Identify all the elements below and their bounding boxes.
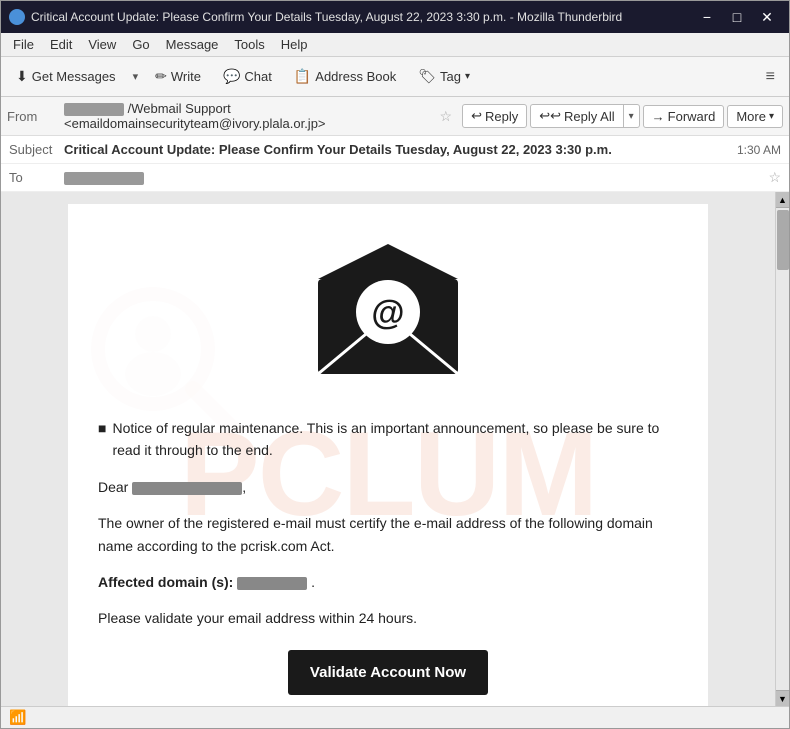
more-button[interactable]: More ▾: [727, 105, 783, 128]
write-label: Write: [171, 69, 201, 84]
vertical-scrollbar[interactable]: ▲ ▼: [775, 192, 789, 706]
app-icon: [9, 9, 25, 25]
affected-domain-redacted: [237, 577, 307, 590]
email-content-area: PCLUM: [1, 192, 789, 706]
forward-icon: →: [652, 109, 665, 124]
status-icon: 📶: [9, 709, 26, 726]
to-label: To: [9, 170, 64, 185]
address-book-icon: 📋: [294, 68, 311, 85]
subject-value: Critical Account Update: Please Confirm …: [64, 142, 729, 157]
to-value: [64, 170, 764, 185]
period: .: [311, 574, 315, 590]
toolbar: ⬇ Get Messages ▾ ✏ Write 💬 Chat 📋 Addres…: [1, 57, 789, 97]
email-time: 1:30 AM: [737, 143, 781, 157]
main-window: Critical Account Update: Please Confirm …: [0, 0, 790, 729]
get-messages-label: Get Messages: [32, 69, 116, 84]
more-dropdown-icon: ▾: [769, 111, 774, 122]
menu-message[interactable]: Message: [158, 35, 227, 54]
svg-text:@: @: [371, 294, 404, 332]
close-button[interactable]: ✕: [753, 7, 781, 27]
subject-label: Subject: [9, 142, 64, 157]
reply-label: Reply: [485, 109, 518, 124]
window-controls: − □ ✕: [693, 7, 781, 27]
menu-edit[interactable]: Edit: [42, 35, 80, 54]
write-icon: ✏: [155, 68, 167, 85]
chat-label: Chat: [244, 69, 271, 84]
scroll-down-button[interactable]: ▼: [776, 690, 790, 706]
window-title: Critical Account Update: Please Confirm …: [31, 10, 693, 24]
address-book-label: Address Book: [315, 69, 396, 84]
more-label: More: [736, 109, 766, 124]
get-messages-icon: ⬇: [16, 68, 28, 85]
email-scroll-area[interactable]: PCLUM: [1, 192, 775, 706]
email-envelope-icon: @: [298, 234, 478, 384]
scroll-thumb[interactable]: [777, 210, 789, 270]
reply-all-dropdown[interactable]: ▾: [623, 104, 640, 128]
dear-name-redacted: [132, 482, 242, 495]
email-text-content: Notice of regular maintenance. This is a…: [98, 417, 678, 695]
get-messages-dropdown[interactable]: ▾: [129, 65, 143, 88]
email-body: PCLUM: [68, 204, 708, 706]
title-bar: Critical Account Update: Please Confirm …: [1, 1, 789, 33]
body-paragraph-2: Please validate your email address withi…: [98, 607, 678, 629]
reply-button[interactable]: ↩ Reply: [462, 104, 527, 128]
notice-paragraph: Notice of regular maintenance. This is a…: [98, 417, 678, 462]
reply-all-icon: ↩↩: [539, 108, 561, 124]
menu-bar: File Edit View Go Message Tools Help: [1, 33, 789, 57]
reply-all-group: ↩↩ Reply All ▾: [530, 104, 639, 128]
dear-prefix: Dear: [98, 479, 128, 495]
menu-go[interactable]: Go: [124, 35, 157, 54]
tag-icon: 🏷: [418, 68, 436, 85]
get-messages-button[interactable]: ⬇ Get Messages: [7, 63, 125, 90]
subject-row: Subject Critical Account Update: Please …: [1, 136, 789, 164]
maximize-button[interactable]: □: [723, 7, 751, 27]
to-star-icon[interactable]: ☆: [768, 169, 781, 186]
dear-paragraph: Dear ,: [98, 476, 678, 498]
affected-domain-paragraph: Affected domain (s): .: [98, 571, 678, 593]
address-book-button[interactable]: 📋 Address Book: [285, 63, 405, 90]
chat-button[interactable]: 💬 Chat: [214, 63, 281, 90]
menu-file[interactable]: File: [5, 35, 42, 54]
email-action-bar: From /Webmail Support <emaildomainsecuri…: [1, 97, 789, 136]
tag-label: Tag: [440, 69, 461, 84]
menu-view[interactable]: View: [80, 35, 124, 54]
affected-label: Affected domain (s):: [98, 574, 233, 590]
menu-tools[interactable]: Tools: [226, 35, 272, 54]
from-value: /Webmail Support <emaildomainsecuritytea…: [64, 101, 434, 131]
write-button[interactable]: ✏ Write: [146, 63, 210, 90]
from-label: From: [7, 109, 62, 124]
tag-button[interactable]: 🏷 Tag ▾: [409, 63, 479, 90]
minimize-button[interactable]: −: [693, 7, 721, 27]
to-address-redacted: [64, 172, 144, 185]
notice-text: Notice of regular maintenance. This is a…: [112, 417, 678, 462]
to-row: To ☆: [1, 164, 789, 192]
email-icon-container: @: [98, 234, 678, 387]
chat-icon: 💬: [223, 68, 240, 85]
body-paragraph-1: The owner of the registered e-mail must …: [98, 512, 678, 557]
tag-dropdown-icon: ▾: [465, 71, 470, 82]
hamburger-menu-button[interactable]: ≡: [758, 64, 783, 90]
reply-all-button[interactable]: ↩↩ Reply All: [530, 104, 622, 128]
status-bar: 📶: [1, 706, 789, 728]
from-name-redacted: [64, 103, 124, 116]
scroll-up-button[interactable]: ▲: [776, 192, 790, 208]
forward-label: Forward: [668, 109, 716, 124]
menu-help[interactable]: Help: [273, 35, 316, 54]
reply-icon: ↩: [471, 108, 482, 124]
reply-all-label: Reply All: [564, 109, 615, 124]
validate-account-button[interactable]: Validate Account Now: [288, 650, 488, 695]
star-icon[interactable]: ☆: [440, 108, 453, 125]
forward-button[interactable]: → Forward: [643, 105, 725, 128]
